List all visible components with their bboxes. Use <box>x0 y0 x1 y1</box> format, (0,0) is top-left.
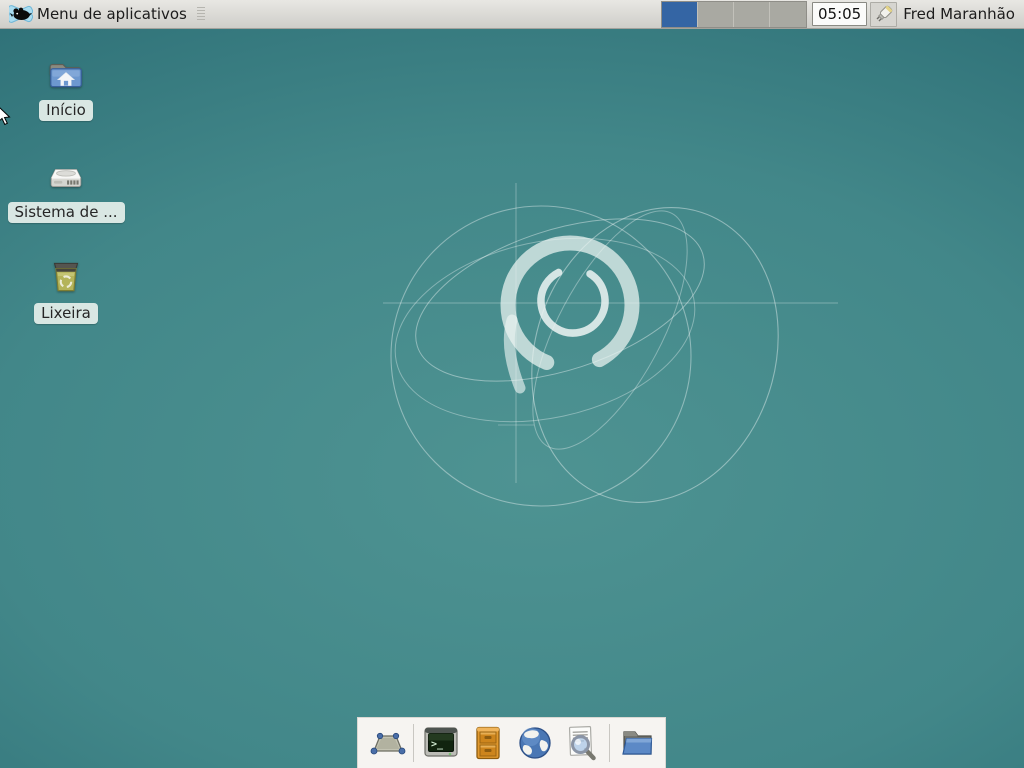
desktop-icon-filesystem[interactable]: Sistema de ... <box>18 155 114 223</box>
terminal-icon: >_ <box>421 723 461 763</box>
file-cabinet-launcher[interactable] <box>466 722 510 764</box>
desktop-icon-trash[interactable]: Lixeira <box>18 256 114 324</box>
power-plug-icon <box>874 4 894 24</box>
xfce-mouse-logo-icon <box>9 3 33 25</box>
panel-grip-handle[interactable] <box>197 7 205 22</box>
workspace-switcher <box>661 1 807 28</box>
top-panel: Menu de aplicativos 05:05 <box>0 0 1024 29</box>
mouse-cursor <box>0 105 13 127</box>
web-browser-globe-icon <box>515 723 555 763</box>
file-manager-folder-icon <box>617 723 657 763</box>
workspace-3[interactable] <box>734 2 770 27</box>
wallpaper-debian-lines <box>0 0 1024 768</box>
clock-time: 05:05 <box>818 5 861 23</box>
file-manager-launcher[interactable] <box>615 722 659 764</box>
home-folder-icon <box>45 53 87 95</box>
bottom-dock-panel: >_ <box>357 717 666 768</box>
username-label[interactable]: Fred Maranhão <box>903 5 1024 23</box>
terminal-launcher[interactable]: >_ <box>419 722 463 764</box>
dock-separator <box>609 724 610 762</box>
file-search-icon <box>562 723 602 763</box>
workspace-1[interactable] <box>662 2 698 27</box>
filesystem-drive-icon <box>45 155 87 197</box>
clock[interactable]: 05:05 <box>812 2 867 26</box>
desktop-icon-home[interactable]: Início <box>18 53 114 121</box>
dock-separator <box>413 724 414 762</box>
trash-icon <box>45 256 87 298</box>
desktop-icon-label: Lixeira <box>34 303 98 324</box>
desktop-icon-label: Início <box>39 100 93 121</box>
applications-menu-label: Menu de aplicativos <box>37 5 187 23</box>
applications-menu-button[interactable]: Menu de aplicativos <box>5 0 209 28</box>
show-desktop-button[interactable] <box>364 722 408 764</box>
power-manager-button[interactable] <box>870 2 897 27</box>
svg-text:>_: >_ <box>431 739 444 750</box>
desktop-icon-label: Sistema de ... <box>8 202 125 223</box>
file-cabinet-icon <box>468 723 508 763</box>
workspace-4[interactable] <box>770 2 806 27</box>
workspace-2[interactable] <box>698 2 734 27</box>
file-search-launcher[interactable] <box>560 722 604 764</box>
show-desktop-icon <box>366 723 406 763</box>
web-browser-launcher[interactable] <box>513 722 557 764</box>
